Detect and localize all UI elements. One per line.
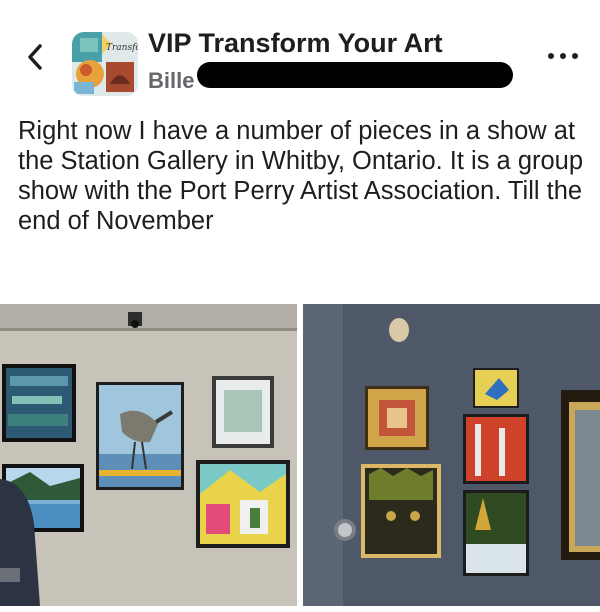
more-horizontal-icon: [548, 53, 554, 59]
group-avatar-image: Transform: [72, 32, 138, 96]
more-options-button[interactable]: [548, 46, 578, 66]
gallery-photo-left[interactable]: [0, 304, 297, 606]
redaction-bar: [197, 62, 513, 88]
more-horizontal-icon: [572, 53, 578, 59]
back-button[interactable]: [22, 40, 48, 74]
group-avatar[interactable]: Transform: [72, 32, 138, 96]
chevron-left-icon: [28, 44, 42, 70]
more-horizontal-icon: [560, 53, 566, 59]
gallery-photo-right[interactable]: [303, 304, 600, 606]
post-header: Transform VIP Transform Your Art Bille: [0, 0, 600, 110]
gallery-photo-right-image: [303, 304, 600, 606]
author-name[interactable]: Bille: [148, 68, 194, 94]
gallery-photo-left-image: [0, 304, 297, 606]
avatar-caption: Transform: [106, 43, 138, 53]
post-body-text: Right now I have a number of pieces in a…: [18, 117, 584, 235]
group-name[interactable]: VIP Transform Your Art: [148, 28, 443, 59]
